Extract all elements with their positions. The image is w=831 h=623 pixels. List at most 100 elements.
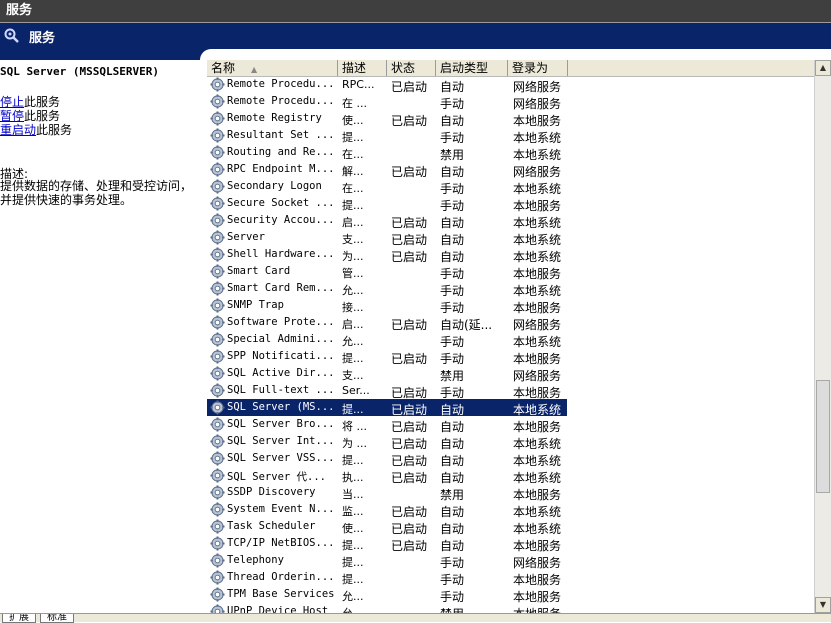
service-row[interactable]: SQL Server (MS... 提... 已启动 自动 本地系统 [207, 399, 567, 417]
service-description-cell: 提... [342, 454, 364, 467]
service-description-cell: 解... [342, 165, 364, 178]
service-name-cell: UPnP Device Host [227, 605, 329, 613]
action-stop: 停止此服务 [0, 95, 72, 109]
service-row[interactable]: Resultant Set ... 提... 手动 本地系统 [207, 127, 567, 145]
service-description-cell: 提... [342, 199, 364, 212]
service-gear-icon [210, 247, 226, 263]
service-gear-icon [210, 553, 226, 569]
service-row[interactable]: System Event N... 监... 已启动 自动 本地系统 [207, 501, 567, 519]
restart-link[interactable]: 重启动 [0, 123, 36, 137]
service-row[interactable]: Thread Orderin... 提... 手动 本地服务 [207, 569, 567, 587]
column-header: 名称 ▲ 描述 状态 启动类型 登录为 [207, 60, 814, 77]
service-gear-icon [210, 451, 226, 467]
service-gear-icon [210, 366, 226, 382]
pause-link[interactable]: 暂停 [0, 109, 24, 123]
service-description-cell: 提... [342, 573, 364, 586]
service-name-cell: Remote Procedu... [227, 78, 335, 90]
service-description-cell: 使... [342, 114, 364, 127]
service-row[interactable]: Task Scheduler 使... 已启动 自动 本地系统 [207, 518, 567, 536]
service-row[interactable]: UPnP Device Host 允... 禁用本地服务 [207, 603, 567, 613]
service-name-cell: SQL Server Bro... [227, 418, 335, 430]
service-row[interactable]: Server 支... 已启动 自动 本地系统 [207, 229, 567, 247]
service-name-cell: Server [227, 231, 265, 243]
service-row[interactable]: Software Prote... 启... 已启动 自动(延... 网络服务 [207, 314, 567, 332]
service-row[interactable]: Remote Procedu... 在 ... 手动 网络服务 [207, 93, 567, 111]
services-header: 服务 [0, 23, 831, 49]
service-description-cell: 支... [342, 369, 364, 382]
scroll-thumb[interactable] [816, 380, 830, 493]
service-description-cell: 支... [342, 233, 364, 246]
column-startup-label: 启动类型 [440, 61, 489, 75]
tab-extended[interactable]: 扩展 [2, 614, 36, 623]
service-name-cell: System Event N... [227, 503, 335, 515]
service-row[interactable]: SQL Server 代... 执... 已启动 自动 本地系统 [207, 467, 567, 485]
service-description-cell: 接... [342, 301, 364, 314]
service-row[interactable]: SQL Server Int... 为 ... 已启动 自动 本地系统 [207, 433, 567, 451]
service-row[interactable]: SQL Active Dir... 支... 禁用 网络服务 [207, 365, 567, 383]
tab-standard[interactable]: 标准 [40, 614, 74, 623]
service-row[interactable]: Routing and Re... 在... 禁用 本地系统 [207, 144, 567, 162]
service-gear-icon [210, 145, 226, 161]
service-row[interactable]: SQL Full-text ... Ser... 已启动 手动 本地服务 [207, 382, 567, 400]
selected-service-name: SQL Server (MSSQLSERVER) [0, 65, 159, 78]
service-row[interactable]: TPM Base Services 允... 手动 本地服务 [207, 586, 567, 604]
service-row[interactable]: Smart Card Rem... 允... 手动 本地系统 [207, 280, 567, 298]
service-description-cell: 在... [342, 182, 364, 195]
service-gear-icon [210, 587, 226, 603]
column-header-description[interactable]: 描述 [338, 60, 387, 76]
service-gear-icon [210, 264, 226, 280]
service-gear-icon [210, 213, 226, 229]
gear-search-icon [4, 28, 20, 44]
service-row[interactable]: SSDP Discovery 当... 禁用 本地服务 [207, 484, 567, 502]
service-row[interactable]: Telephony 提... 手动 网络服务 [207, 552, 567, 570]
service-row[interactable]: Remote Procedu... RPC... 已启动 自动 网络服务 [207, 76, 567, 94]
column-description-label: 描述 [342, 61, 367, 75]
service-description-cell: 允... [342, 335, 364, 348]
action-pause: 暂停此服务 [0, 109, 72, 123]
service-row[interactable]: TCP/IP NetBIOS... 提... 已启动 自动 本地服务 [207, 535, 567, 553]
window-title: 服务 [6, 3, 33, 18]
service-row[interactable]: Special Admini... 允... 手动 本地系统 [207, 331, 567, 349]
service-row[interactable]: SQL Server Bro... 将 ... 已启动 自动 本地服务 [207, 416, 567, 434]
service-name-cell: Smart Card Rem... [227, 282, 335, 294]
service-row[interactable]: Secondary Logon 在... 手动 本地系统 [207, 178, 567, 196]
column-logon-label: 登录为 [512, 61, 549, 75]
scroll-down-button[interactable]: ▼ [815, 597, 831, 613]
service-name-cell: SQL Active Dir... [227, 367, 335, 379]
tab-standard-label: 标准 [47, 614, 67, 623]
service-name-cell: SNMP Trap [227, 299, 284, 311]
scroll-up-button[interactable]: ▲ [815, 60, 831, 76]
service-gear-icon [210, 111, 226, 127]
service-logon-cell: 本地服务 [513, 605, 567, 613]
service-gear-icon [210, 434, 226, 450]
action-restart: 重启动此服务 [0, 123, 72, 137]
action-restart-suffix: 此服务 [36, 123, 73, 137]
service-gear-icon [210, 128, 226, 144]
service-row[interactable]: RPC Endpoint M... 解... 已启动 自动 网络服务 [207, 161, 567, 179]
services-list[interactable]: 名称 ▲ 描述 状态 启动类型 登录为 Remote Procedu... RPC.… [207, 60, 814, 613]
service-row[interactable]: Security Accou... 启... 已启动 自动 本地系统 [207, 212, 567, 230]
column-header-startup-type[interactable]: 启动类型 [436, 60, 508, 76]
service-description-cell: 提... [342, 403, 364, 416]
service-row[interactable]: Secure Socket ... 提... 手动 本地服务 [207, 195, 567, 213]
service-row[interactable]: Remote Registry 使... 已启动 自动 本地服务 [207, 110, 567, 128]
service-gear-icon [210, 230, 226, 246]
service-gear-icon [210, 298, 226, 314]
service-description-cell: 提... [342, 352, 364, 365]
service-row[interactable]: SPP Notificati... 提... 已启动 手动 本地服务 [207, 348, 567, 366]
service-description-cell: 允... [342, 605, 388, 613]
service-name-cell: TPM Base Services [227, 588, 335, 600]
service-rows: Remote Procedu... RPC... 已启动 自动 网络服务 Remote P… [207, 76, 814, 613]
service-row[interactable]: SNMP Trap 接... 手动 本地服务 [207, 297, 567, 315]
service-description-cell: 启... [342, 318, 364, 331]
service-row[interactable]: Shell Hardware... 为... 已启动 自动 本地系统 [207, 246, 567, 264]
column-header-status[interactable]: 状态 [387, 60, 436, 76]
window-title-bar: 服务 [0, 0, 831, 22]
vertical-scrollbar[interactable]: ▲ ▼ [814, 60, 831, 613]
service-gear-icon [210, 332, 226, 348]
column-header-logon[interactable]: 登录为 [508, 60, 568, 76]
service-row[interactable]: Smart Card 管... 手动 本地服务 [207, 263, 567, 281]
stop-link[interactable]: 停止 [0, 95, 24, 109]
service-row[interactable]: SQL Server VSS... 提... 已启动 自动 本地系统 [207, 450, 567, 468]
column-header-name[interactable]: 名称 ▲ [207, 60, 338, 76]
